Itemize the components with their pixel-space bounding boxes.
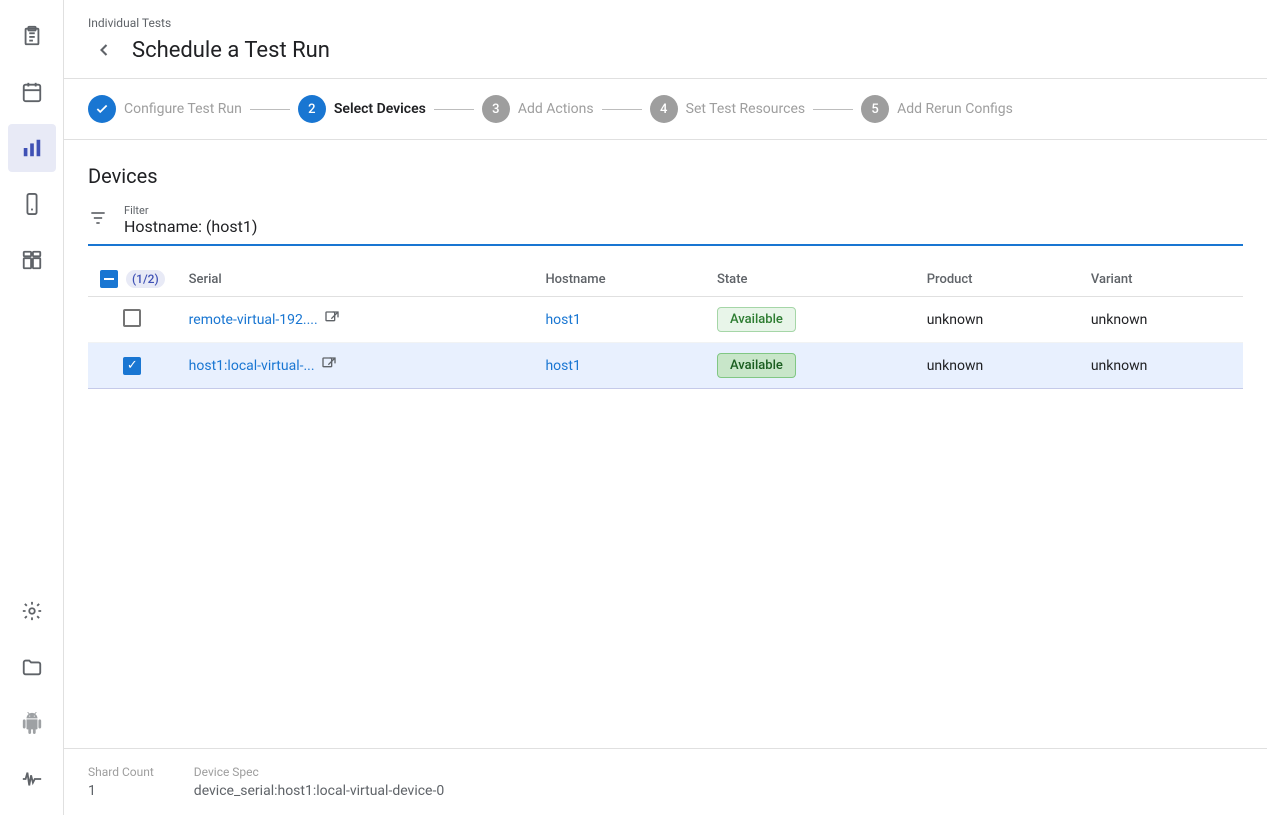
table-row: remote-virtual-192.... host1	[88, 297, 1243, 343]
row-1-ext-icon[interactable]	[324, 310, 340, 330]
step-4: 4 Set Test Resources	[650, 95, 805, 123]
step-3-circle: 3	[482, 95, 510, 123]
select-all-checkbox[interactable]	[100, 270, 118, 288]
row-1-serial-link[interactable]: remote-virtual-192....	[189, 310, 522, 330]
step-4-label: Set Test Resources	[686, 101, 805, 117]
row-1-checkbox-cell	[88, 297, 177, 343]
connector-3-4	[602, 109, 642, 110]
row-2-serial: host1:local-virtual-...	[177, 343, 534, 389]
th-product: Product	[915, 262, 1079, 297]
row-1-product: unknown	[915, 297, 1079, 343]
sidebar-item-settings[interactable]	[8, 587, 56, 635]
shard-count-label: Shard Count	[88, 765, 154, 779]
device-spec-label: Device Spec	[194, 765, 444, 779]
row-2-state: Available	[705, 343, 915, 389]
step-5-circle: 5	[861, 95, 889, 123]
th-state: State	[705, 262, 915, 297]
header: Individual Tests Schedule a Test Run	[64, 0, 1267, 79]
row-2-product: unknown	[915, 343, 1079, 389]
connector-4-5	[813, 109, 853, 110]
row-1-serial: remote-virtual-192....	[177, 297, 534, 343]
row-1-variant: unknown	[1079, 297, 1243, 343]
filter-icon	[88, 208, 108, 233]
sidebar-item-clipboard[interactable]	[8, 12, 56, 60]
th-serial: Serial	[177, 262, 534, 297]
step-3-label: Add Actions	[518, 101, 594, 117]
sidebar-item-android[interactable]	[8, 699, 56, 747]
device-spec-value: device_serial:host1:local-virtual-device…	[194, 783, 444, 799]
sidebar-item-phone[interactable]	[8, 180, 56, 228]
row-2-checkbox-cell: ✓	[88, 343, 177, 389]
step-1: Configure Test Run	[88, 95, 242, 123]
footer-panel: Shard Count 1 Device Spec device_serial:…	[64, 748, 1267, 815]
table-row: ✓ host1:local-virtual-...	[88, 343, 1243, 389]
sidebar-item-calendar[interactable]	[8, 68, 56, 116]
row-2-state-badge: Available	[717, 353, 796, 378]
filter-label: Filter	[124, 204, 257, 217]
th-hostname: Hostname	[533, 262, 705, 297]
step-1-circle	[88, 95, 116, 123]
row-2-hostname-link[interactable]: host1	[545, 358, 580, 374]
sidebar	[0, 0, 64, 815]
device-table: (1/2) Serial Hostname State Product Vari…	[88, 262, 1243, 389]
stepper: Configure Test Run 2 Select Devices 3 Ad…	[64, 79, 1267, 140]
step-2-circle: 2	[298, 95, 326, 123]
filter-row[interactable]: Filter Hostname: (host1)	[88, 204, 1243, 246]
main-content: Individual Tests Schedule a Test Run Con…	[64, 0, 1267, 815]
step-2: 2 Select Devices	[298, 95, 426, 123]
shard-count-value: 1	[88, 783, 154, 799]
sidebar-item-waveform[interactable]	[8, 755, 56, 803]
sidebar-item-dashboard[interactable]	[8, 236, 56, 284]
row-1-checkbox[interactable]	[123, 309, 141, 327]
page-title: Schedule a Test Run	[132, 38, 330, 63]
row-2-checkbox[interactable]: ✓	[123, 357, 141, 375]
connector-2-3	[434, 109, 474, 110]
row-1-state-badge: Available	[717, 307, 796, 332]
row-2-serial-link[interactable]: host1:local-virtual-...	[189, 356, 522, 376]
row-1-hostname-link[interactable]: host1	[545, 312, 580, 328]
row-2-variant: unknown	[1079, 343, 1243, 389]
sidebar-item-chart[interactable]	[8, 124, 56, 172]
step-3: 3 Add Actions	[482, 95, 594, 123]
sidebar-item-folder[interactable]	[8, 643, 56, 691]
selection-count: (1/2)	[126, 270, 165, 288]
breadcrumb: Individual Tests	[88, 8, 1243, 34]
row-1-state: Available	[705, 297, 915, 343]
step-1-label: Configure Test Run	[124, 101, 242, 117]
device-spec-field: Device Spec device_serial:host1:local-vi…	[194, 765, 444, 799]
back-button[interactable]	[88, 34, 120, 66]
devices-section-title: Devices	[88, 164, 1243, 188]
filter-content: Filter Hostname: (host1)	[124, 204, 257, 236]
step-2-label: Select Devices	[334, 101, 426, 117]
th-select-all: (1/2)	[88, 262, 177, 297]
step-5-label: Add Rerun Configs	[897, 101, 1013, 117]
step-4-circle: 4	[650, 95, 678, 123]
row-2-hostname: host1	[533, 343, 705, 389]
shard-count-field: Shard Count 1	[88, 765, 154, 799]
content-area: Devices Filter Hostname: (host1)	[64, 140, 1267, 748]
step-5: 5 Add Rerun Configs	[861, 95, 1013, 123]
filter-value: Hostname: (host1)	[124, 217, 257, 236]
row-2-ext-icon[interactable]	[321, 356, 337, 376]
th-variant: Variant	[1079, 262, 1243, 297]
row-1-hostname: host1	[533, 297, 705, 343]
connector-1-2	[250, 109, 290, 110]
